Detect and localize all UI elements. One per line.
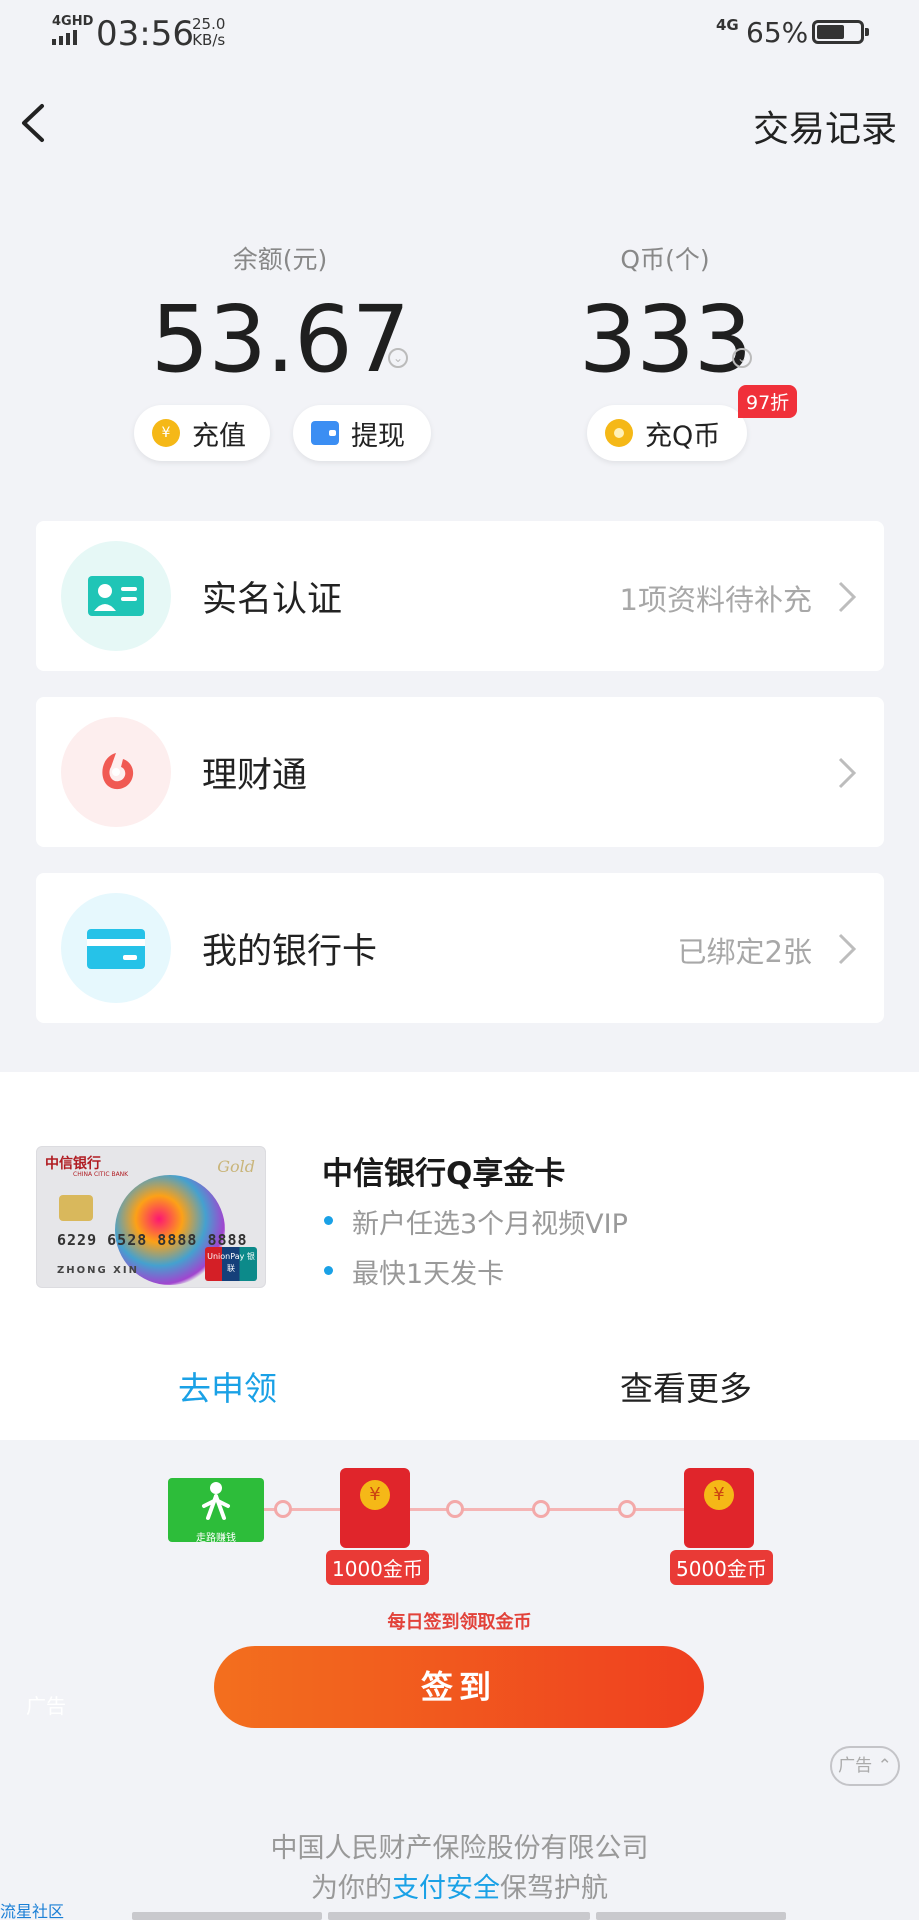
- red-envelope-icon: [684, 1468, 754, 1548]
- signin-button[interactable]: 签到: [214, 1646, 704, 1728]
- wallet-icon: [311, 421, 339, 445]
- bottom-bar: [132, 1912, 322, 1920]
- progress-track: [232, 1508, 732, 1511]
- discount-badge: 97折: [738, 385, 798, 418]
- bottom-bar: [596, 1912, 786, 1920]
- recharge-qcoin-button[interactable]: 充Q币: [587, 405, 747, 461]
- battery-level: [817, 25, 845, 39]
- list-item-licaitong[interactable]: 理财通: [36, 697, 884, 847]
- promo-title: 中信银行Q享金卡: [322, 1156, 566, 1192]
- reward-label: 5000金币: [670, 1550, 773, 1585]
- list-item-real-name[interactable]: 实名认证 1项资料待补充: [36, 521, 884, 671]
- network-type: 4GHD: [52, 14, 94, 29]
- list-item-subtitle: 1项资料待补充: [619, 583, 812, 617]
- transaction-records-link[interactable]: 交易记录: [753, 100, 897, 152]
- network-speed-unit: KB/s: [192, 31, 226, 49]
- chevron-up-icon: ⌃: [872, 1756, 892, 1776]
- ad-tag-label: 广告: [838, 1756, 873, 1776]
- licaitong-icon: [102, 753, 134, 790]
- id-card-icon-wrap: [61, 541, 171, 651]
- card-gold-label: Gold: [217, 1157, 255, 1176]
- list-item-subtitle: 已绑定2张: [677, 935, 812, 969]
- qcoin-value[interactable]: 333: [500, 294, 830, 386]
- security-slogan: 为你的支付安全保驾护航: [0, 1866, 919, 1905]
- promo-bullet: 最快1天发卡: [322, 1252, 504, 1291]
- balance-expand-icon[interactable]: ⌄: [388, 348, 408, 368]
- progress-dot: [274, 1500, 292, 1518]
- list-item-bank-cards[interactable]: 我的银行卡 已绑定2张: [36, 873, 884, 1023]
- view-more-button[interactable]: 查看更多: [620, 1362, 752, 1410]
- card-bank-name: 中信银行: [45, 1156, 101, 1172]
- red-envelope-icon: [340, 1468, 410, 1548]
- bank-card-icon-wrap: [61, 893, 171, 1003]
- mobile-data-icon: 4G: [716, 16, 739, 34]
- card-chip: [59, 1195, 93, 1221]
- progress-dot: [446, 1500, 464, 1518]
- withdraw-label: 提现: [351, 420, 405, 452]
- walk-icon: 走路赚钱: [168, 1478, 264, 1544]
- promo-bullet: 新户任选3个月视频VIP: [322, 1202, 628, 1241]
- network-speed-value: 25.0: [192, 15, 226, 33]
- balance-value[interactable]: 53.67: [115, 294, 445, 386]
- payment-security-link[interactable]: 支付安全: [392, 1873, 500, 1904]
- balance-label: 余额(元): [232, 245, 328, 274]
- clock: 03:56: [96, 14, 194, 54]
- chevron-left-icon: [22, 104, 44, 142]
- signal-icon: [52, 30, 77, 45]
- battery-percent: 65%: [746, 16, 809, 49]
- list-item-title: 实名认证: [202, 580, 343, 620]
- network-speed: 25.0 KB/s: [192, 16, 225, 48]
- signin-ad-banner[interactable]: 走路赚钱 1000金币 5000金币 每日签到领取金币 签到 广告: [0, 1440, 919, 1740]
- apply-button[interactable]: 去申领: [178, 1362, 277, 1410]
- chevron-right-icon: [838, 933, 857, 965]
- withdraw-button[interactable]: 提现: [293, 405, 431, 461]
- yuan-coin-icon: ¥: [152, 419, 180, 447]
- status-bar: 4GHD 03:56 25.0 KB/s 4G 65%: [0, 0, 919, 64]
- battery-icon: [812, 20, 869, 44]
- progress-dot: [618, 1500, 636, 1518]
- walking-person-icon: [202, 1482, 230, 1520]
- ad-caption: 每日签到领取金币: [387, 1612, 532, 1633]
- chevron-right-icon: [838, 581, 857, 613]
- recharge-button[interactable]: ¥ 充值: [134, 405, 270, 461]
- bank-card-icon: [87, 929, 145, 969]
- chevron-right-icon: [838, 757, 857, 789]
- walk-label: 走路赚钱: [196, 1533, 236, 1544]
- slogan-post: 保驾护航: [500, 1873, 608, 1904]
- reward-label: 1000金币: [326, 1550, 429, 1585]
- watermark: 流星社区: [0, 1902, 65, 1920]
- list-item-title: 理财通: [202, 756, 308, 796]
- qcoin-label: Q币(个): [620, 245, 710, 274]
- qcoin-section: Q币(个) 333: [500, 240, 830, 386]
- credit-card-image[interactable]: 中信银行 CHINA CITIC BANK Gold 6229 6528 888…: [36, 1146, 266, 1288]
- progress-dot: [532, 1500, 550, 1518]
- card-holder-name: ZHONG XIN: [57, 1265, 139, 1276]
- id-card-icon: [88, 576, 144, 616]
- slogan-pre: 为你的: [311, 1873, 392, 1904]
- recharge-label: 充值: [192, 420, 246, 452]
- bottom-bar: [328, 1912, 590, 1920]
- ad-tag-button[interactable]: 广告 ⌃: [830, 1746, 900, 1786]
- ad-mark: 广告: [26, 1694, 66, 1718]
- recharge-qcoin-label: 充Q币: [645, 420, 721, 452]
- unionpay-logo: UnionPay 银联: [205, 1247, 257, 1281]
- back-button[interactable]: [14, 98, 54, 148]
- list-item-title: 我的银行卡: [202, 932, 378, 972]
- qcoin-icon: [605, 419, 633, 447]
- licaitong-icon-wrap: [61, 717, 171, 827]
- card-bank-name-en: CHINA CITIC BANK: [73, 1171, 129, 1178]
- qcoin-expand-icon[interactable]: ⌄: [732, 348, 752, 368]
- credit-card-promo: 中信银行 CHINA CITIC BANK Gold 6229 6528 888…: [0, 1072, 919, 1440]
- insurance-provider: 中国人民财产保险股份有限公司: [270, 1833, 649, 1864]
